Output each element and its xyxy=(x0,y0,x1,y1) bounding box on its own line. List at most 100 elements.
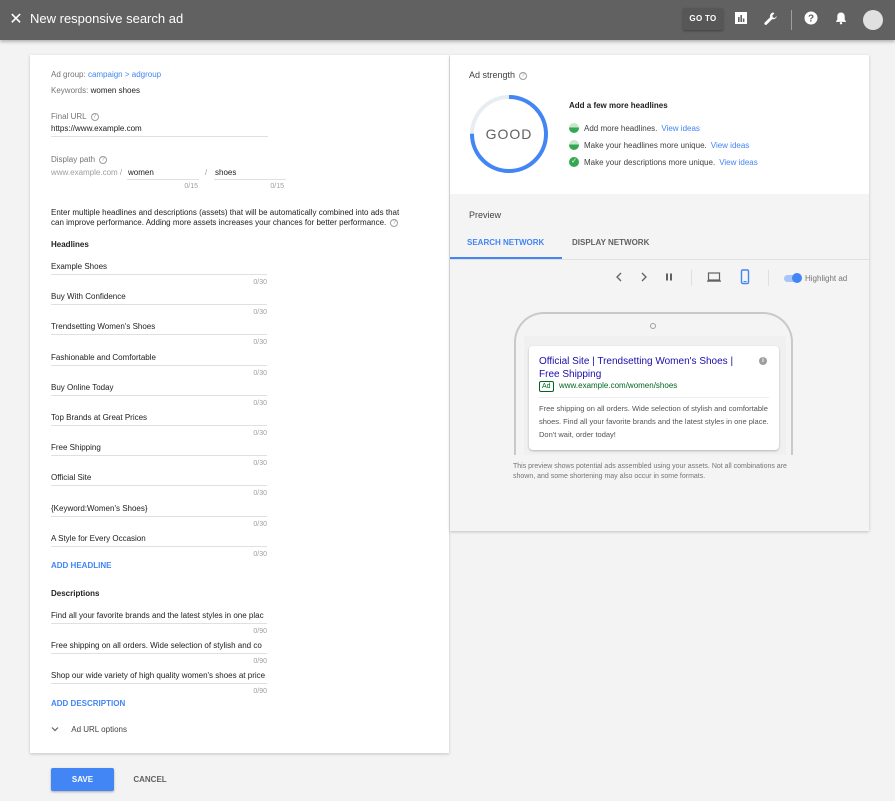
description-counter: 0/90 xyxy=(253,658,267,665)
highlight-ad-label: Highlight ad xyxy=(805,274,848,283)
tab-search-network[interactable]: SEARCH NETWORK xyxy=(467,238,544,247)
tip-text: Add more headlines. xyxy=(584,124,658,134)
description-underline xyxy=(51,653,267,654)
keywords-value: women shoes xyxy=(90,86,140,95)
help-icon[interactable]: ? xyxy=(804,11,820,27)
view-ideas-link[interactable]: View ideas xyxy=(661,124,700,133)
description-counter: 0/90 xyxy=(253,688,267,695)
path1-input[interactable]: women xyxy=(128,168,198,177)
add-description-button[interactable]: ADD DESCRIPTION xyxy=(51,699,125,708)
svg-text:?: ? xyxy=(808,14,814,25)
mobile-icon[interactable] xyxy=(740,269,750,288)
headline-input[interactable]: Official Site xyxy=(51,473,267,482)
headline-underline xyxy=(51,546,267,547)
controls-divider xyxy=(768,270,769,286)
tip-item: Add more headlines. View ideas xyxy=(569,123,700,134)
final-url-input[interactable]: https://www.example.com xyxy=(51,124,268,133)
pause-icon[interactable] xyxy=(665,271,673,286)
page-title: New responsive search ad xyxy=(30,11,184,26)
phone-camera xyxy=(650,323,656,329)
headline-counter: 0/30 xyxy=(253,339,267,346)
cancel-button[interactable]: CANCEL xyxy=(126,768,174,791)
headline-input[interactable]: Buy Online Today xyxy=(51,383,267,392)
description-input[interactable]: Free shipping on all orders. Wide select… xyxy=(51,641,267,650)
view-ideas-link[interactable]: View ideas xyxy=(711,141,750,150)
headline-input[interactable]: Trendsetting Women's Shoes xyxy=(51,322,267,331)
headline-counter: 0/30 xyxy=(253,551,267,558)
headline-counter: 0/30 xyxy=(253,460,267,467)
path-separator: / xyxy=(205,168,208,177)
ad-strength-rating: GOOD xyxy=(485,126,533,142)
headline-counter: 0/30 xyxy=(253,400,267,407)
path1-counter: 0/15 xyxy=(184,183,198,190)
preview-note: This preview shows potential ads assembl… xyxy=(513,463,787,480)
headline-input[interactable]: Top Brands at Great Prices xyxy=(51,413,267,422)
save-button[interactable]: SAVE xyxy=(51,768,114,791)
headline-underline xyxy=(51,455,267,456)
reports-icon[interactable] xyxy=(734,11,750,27)
headline-underline xyxy=(51,516,267,517)
ad-strength-title: Ad strength? xyxy=(469,70,528,80)
headline-underline xyxy=(51,274,267,275)
avatar[interactable] xyxy=(863,10,883,30)
help-icon[interactable]: ? xyxy=(99,155,108,164)
description-input[interactable]: Shop our wide variety of high quality wo… xyxy=(51,671,267,680)
headlines-title: Headlines xyxy=(51,240,89,249)
top-app-bar: ✕ New responsive search ad GO TO ? xyxy=(0,0,895,40)
tip-text: Make your headlines more unique. xyxy=(584,141,707,151)
goto-button[interactable]: GO TO xyxy=(683,8,723,30)
close-icon[interactable]: ✕ xyxy=(8,9,24,31)
next-icon[interactable] xyxy=(640,271,648,286)
headline-underline xyxy=(51,395,267,396)
ad-group-link[interactable]: campaign > adgroup xyxy=(88,70,161,79)
description-input[interactable]: Find all your favorite brands and the la… xyxy=(51,611,267,620)
info-icon[interactable]: i xyxy=(759,357,767,365)
ad-preview-headline[interactable]: Official Site | Trendsetting Women's Sho… xyxy=(539,355,749,381)
ad-preview-description: Free shipping on all orders. Wide select… xyxy=(539,404,769,439)
description-counter: 0/90 xyxy=(253,628,267,635)
add-headline-button[interactable]: ADD HEADLINE xyxy=(51,561,111,570)
help-icon[interactable]: ? xyxy=(519,71,528,80)
highlight-ad-toggle-thumb[interactable] xyxy=(792,273,802,283)
final-url-underline xyxy=(51,136,268,137)
display-path-label: Display path? xyxy=(51,155,108,164)
headline-input[interactable]: A Style for Every Occasion xyxy=(51,534,267,543)
intro-text: Enter multiple headlines and description… xyxy=(51,208,400,227)
ad-preview-divider xyxy=(539,397,769,398)
help-icon[interactable]: ? xyxy=(390,218,399,227)
keywords-label: Keywords: women shoes xyxy=(51,86,140,95)
headline-input[interactable]: Buy With Confidence xyxy=(51,292,267,301)
help-icon[interactable]: ? xyxy=(90,112,99,121)
previous-icon[interactable] xyxy=(615,271,623,286)
tip-text: Make your descriptions more unique. xyxy=(584,158,716,168)
headline-counter: 0/30 xyxy=(253,309,267,316)
headline-input[interactable]: Free Shipping xyxy=(51,443,267,452)
view-ideas-link[interactable]: View ideas xyxy=(719,158,758,167)
final-url-label: Final URL? xyxy=(51,112,99,121)
headline-input[interactable]: Fashionable and Comfortable xyxy=(51,353,267,362)
active-tab-indicator xyxy=(450,257,562,259)
headline-counter: 0/30 xyxy=(253,279,267,286)
headline-counter: 0/30 xyxy=(253,521,267,528)
desktop-icon[interactable] xyxy=(706,271,722,286)
toolbar-divider xyxy=(791,10,792,30)
ad-url-options-toggle[interactable]: Ad URL options xyxy=(51,725,127,734)
descriptions-title: Descriptions xyxy=(51,589,100,598)
headline-underline xyxy=(51,365,267,366)
ad-url-options-label: Ad URL options xyxy=(71,725,127,734)
headline-underline xyxy=(51,425,267,426)
tab-display-network[interactable]: DISPLAY NETWORK xyxy=(572,238,649,247)
notifications-icon[interactable] xyxy=(834,11,850,27)
tip-item: Make your headlines more unique. View ide… xyxy=(569,140,750,151)
path2-underline xyxy=(214,179,286,180)
headline-input[interactable]: Example Shoes xyxy=(51,262,267,271)
check-circle-icon: ✓ xyxy=(569,157,579,167)
partial-circle-icon xyxy=(569,140,579,150)
headline-input[interactable]: {Keyword:Women's Shoes} xyxy=(51,504,267,513)
tips-title: Add a few more headlines xyxy=(569,101,668,110)
headline-counter: 0/30 xyxy=(253,430,267,437)
headline-underline xyxy=(51,304,267,305)
path2-input[interactable]: shoes xyxy=(215,168,285,177)
tools-icon[interactable] xyxy=(763,11,779,27)
tip-item: ✓ Make your descriptions more unique. View… xyxy=(569,157,758,168)
